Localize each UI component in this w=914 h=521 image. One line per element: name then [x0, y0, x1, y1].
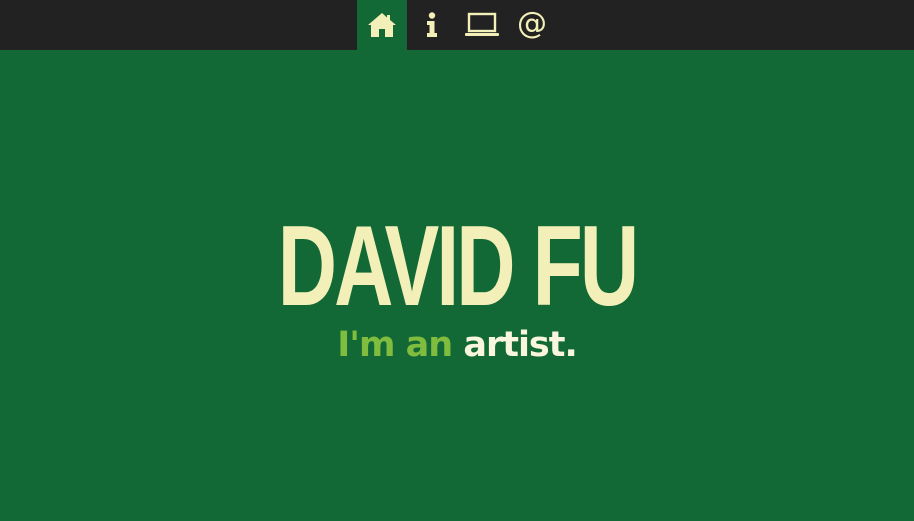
nav-contact[interactable]: @: [507, 0, 557, 50]
nav-info[interactable]: [407, 0, 457, 50]
hero-section: DAVID FU I'm an artist.: [0, 203, 914, 366]
top-navbar: @: [0, 0, 914, 50]
tagline-word: artist.: [463, 325, 577, 365]
info-icon: [427, 12, 437, 37]
nav-home[interactable]: [357, 0, 407, 50]
tagline-prefix: I'm an: [337, 325, 453, 365]
nav-menu: @: [357, 0, 557, 50]
laptop-icon: [465, 12, 499, 36]
home-icon: [368, 13, 396, 37]
nav-portfolio[interactable]: [457, 0, 507, 50]
at-icon: @: [517, 6, 547, 41]
hero-tagline: I'm an artist.: [0, 325, 914, 365]
hero-name: DAVID FU: [277, 203, 639, 330]
